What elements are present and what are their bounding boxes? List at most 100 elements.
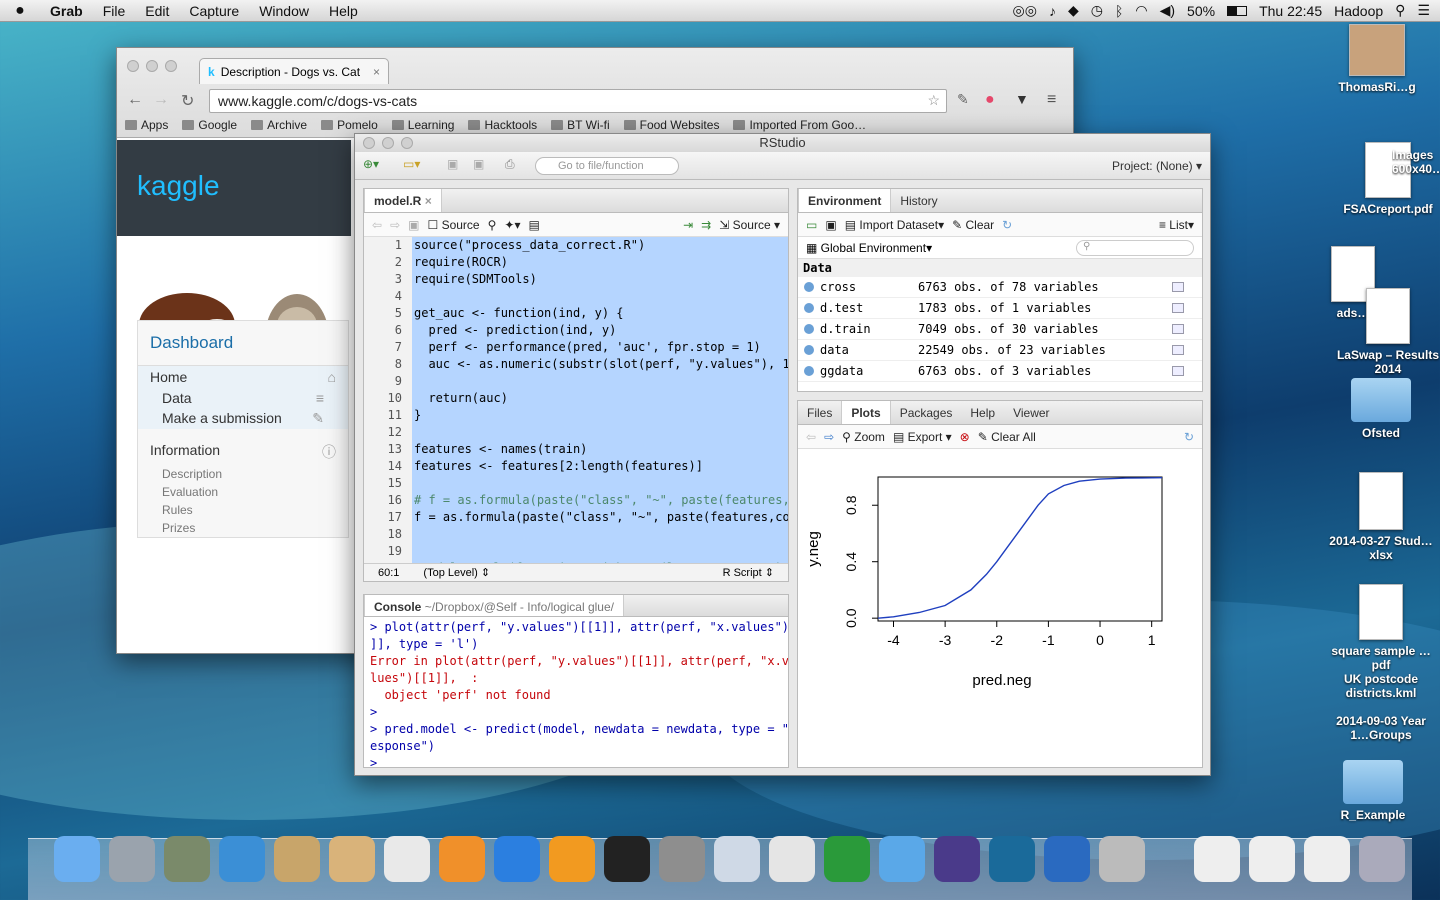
menu-app-name[interactable]: Grab [40,3,93,19]
desktop-item[interactable]: 2014-09-03 Year 1…Groups [1326,714,1436,742]
tab-model-r[interactable]: model.R × [364,189,442,212]
code-line[interactable]: require(ROCR) [412,254,788,271]
scope-selector[interactable]: (Top Level) ⇕ [423,566,490,579]
menu-submit[interactable]: Make a submission ✎ [138,408,348,429]
menu-information[interactable]: Information ⓘ [138,439,348,465]
environment-search-input[interactable]: ⚲ [1076,239,1194,256]
code-line[interactable] [412,424,788,441]
code-editor[interactable]: 1234567891011121314151617181920 source("… [364,237,788,563]
time-machine-icon[interactable]: ◷ [1091,2,1103,19]
back-icon[interactable]: ← [127,91,143,109]
battery-percent[interactable]: 50% [1187,3,1215,19]
dropbox-icon[interactable]: ◆ [1068,2,1079,19]
find-icon[interactable]: ⚲ [488,218,497,232]
apple-menu-icon[interactable]: ● [0,2,40,20]
open-file-icon[interactable]: ▭▾ [403,157,420,171]
menu-edit[interactable]: Edit [135,3,179,19]
code-line[interactable] [412,543,788,560]
address-bar[interactable]: www.kaggle.com/c/dogs-vs-cats ☆ [209,89,947,113]
source-button[interactable]: ⇲ Source ▾ [719,218,780,232]
notification-icon[interactable]: ♪ [1049,3,1056,19]
save-icon[interactable]: ▣ [408,218,419,232]
filetype-selector[interactable]: R Script ⇕ [723,566,774,579]
link-description[interactable]: Description [138,465,348,483]
environment-row[interactable]: cross 6763 obs. of 78 variables [798,277,1202,298]
code-line[interactable]: features <- names(train) [412,441,788,458]
environment-row[interactable]: data 22549 obs. of 23 variables [798,340,1202,361]
desktop-item-label[interactable]: Images 600x40… [1392,148,1440,176]
app-icon[interactable] [439,836,485,882]
trash-icon[interactable] [1359,836,1405,882]
system-preferences-icon[interactable] [659,836,705,882]
project-menu[interactable]: Project: (None) ▾ [1112,159,1202,173]
safari-icon[interactable] [219,836,265,882]
browser-tab[interactable]: k Description - Dogs vs. Cat × [199,58,389,84]
compile-icon[interactable]: ▤ [528,218,539,232]
launchpad-icon[interactable] [109,836,155,882]
tab-help[interactable]: Help [961,401,1004,424]
reload-icon[interactable]: ↻ [181,91,194,111]
menu-data[interactable]: Data ≡ [138,388,348,408]
close-button[interactable] [127,60,139,72]
environment-row[interactable]: d.test 1783 obs. of 1 variables [798,298,1202,319]
remove-plot-icon[interactable]: ⊗ [960,430,970,444]
code-line[interactable]: return(auc) [412,390,788,407]
rerun-icon[interactable]: ⇉ [701,218,711,232]
refresh-icon[interactable]: ↻ [1184,430,1194,444]
environment-row[interactable]: d.train 7049 obs. of 30 variables [798,319,1202,340]
desktop-item[interactable]: LaSwap – Results 2014 [1336,288,1440,376]
code-line[interactable] [412,373,788,390]
code-line[interactable] [412,475,788,492]
tab-packages[interactable]: Packages [891,401,962,424]
bookmark-learning[interactable]: Learning [392,118,455,132]
menu-capture[interactable]: Capture [179,3,249,19]
ibooks-icon[interactable] [549,836,595,882]
save-icon[interactable]: ▣ [447,157,458,171]
wifi-icon[interactable]: ◠ [1135,2,1147,19]
view-data-icon[interactable] [1172,366,1184,376]
spotlight-icon[interactable]: ⚲ [1395,2,1405,19]
document-icon[interactable] [1304,836,1350,882]
code-line[interactable]: auc <- as.numeric(substr(slot(perf, "y.v… [412,356,788,373]
eclipse-icon[interactable] [934,836,980,882]
code-line[interactable]: source("process_data_correct.R") [412,237,788,254]
desktop-item[interactable]: square sample …pdf UK postcode districts… [1326,584,1436,700]
document-icon[interactable] [1249,836,1295,882]
scope-dropdown[interactable]: ▦ Global Environment▾ [806,241,932,255]
desktop-item[interactable]: Ofsted [1326,378,1436,440]
kaggle-logo[interactable]: kaggle [137,170,220,201]
new-file-icon[interactable]: ⊕▾ [363,157,379,171]
tab-plots[interactable]: Plots [841,401,891,424]
notification-center-icon[interactable]: ☰ [1417,2,1430,19]
messages-icon[interactable] [879,836,925,882]
import-dataset-button[interactable]: ▤ Import Dataset▾ [845,218,944,232]
grab-icon[interactable] [1099,836,1145,882]
tab-environment[interactable]: Environment [798,189,892,212]
bookmark-bt-wifi[interactable]: BT Wi-fi [551,118,609,132]
refresh-icon[interactable]: ↻ [1002,218,1012,232]
load-workspace-icon[interactable]: ▭ [806,218,817,232]
code-line[interactable]: } [412,407,788,424]
link-evaluation[interactable]: Evaluation [138,483,348,501]
finder-icon[interactable] [54,836,100,882]
code-line[interactable]: # f = as.formula(paste("class", "~", pas… [412,492,788,509]
code-line[interactable]: f = as.formula(paste("class", "~", paste… [412,509,788,526]
menu-home[interactable]: Home ⌂ [138,366,348,388]
prev-plot-icon[interactable]: ⇦ [806,430,816,444]
minimize-button[interactable] [146,60,158,72]
desktop-item[interactable]: 2014-03-27 Stud…xlsx [1326,472,1436,562]
code-text[interactable]: source("process_data_correct.R") require(… [412,237,788,563]
extension-icon[interactable]: ● [985,91,995,109]
code-line[interactable]: features <- features[2:length(features)] [412,458,788,475]
clear-all-button[interactable]: ✎ Clear All [978,430,1036,444]
menu-clock[interactable]: Thu 22:45 [1259,3,1322,19]
menu-user[interactable]: Hadoop [1334,3,1383,19]
save-workspace-icon[interactable]: ▣ [825,218,836,232]
view-data-icon[interactable] [1172,345,1184,355]
photo-browser-icon[interactable] [164,836,210,882]
terminal-icon[interactable] [604,836,650,882]
zoom-button[interactable] [401,137,413,149]
excel-icon[interactable] [824,836,870,882]
zoom-button[interactable] [165,60,177,72]
link-rules[interactable]: Rules [138,501,348,519]
